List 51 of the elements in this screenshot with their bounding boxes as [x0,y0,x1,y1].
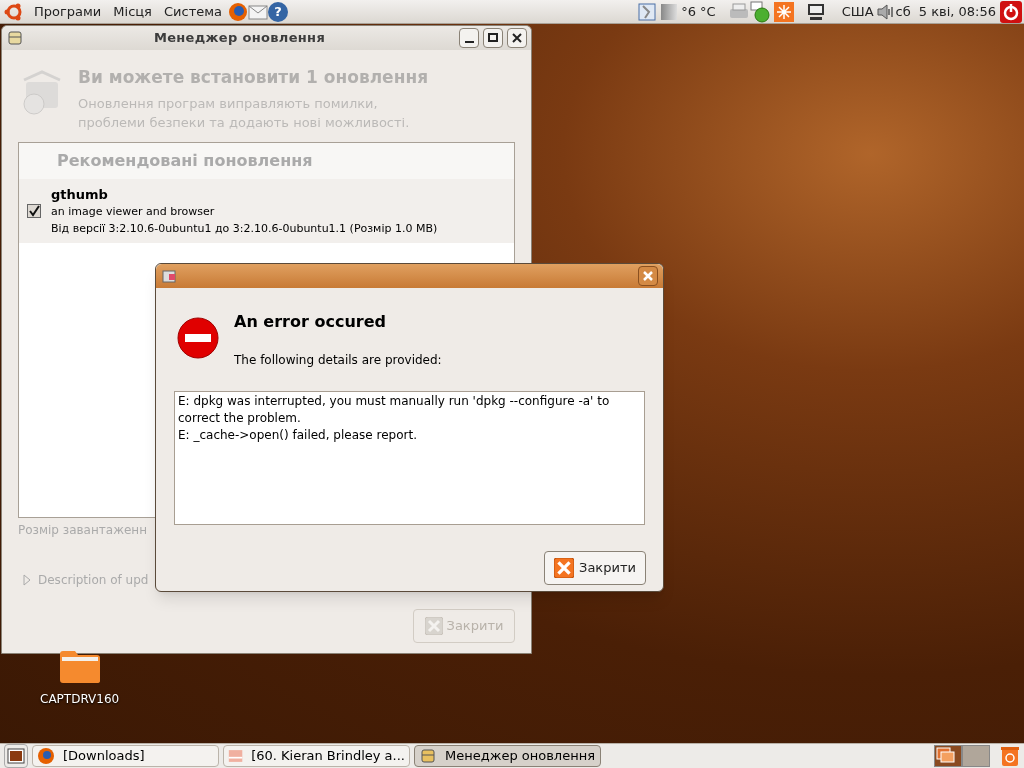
keyboard-layout-label[interactable]: США [841,1,874,22]
browser-globe-icon[interactable] [228,1,248,22]
section-header: Рекомендовані поновлення [19,142,514,179]
taskbar-button[interactable]: Менеджер оновлення [414,745,601,767]
update-heading: Ви можете встановити 1 оновлення [78,66,429,89]
panel-menu[interactable]: Програми [28,1,108,22]
update-star-icon[interactable] [773,1,794,22]
error-subheading: The following details are provided: [234,352,442,369]
maximize-button[interactable] [483,28,503,48]
trash-icon[interactable] [1000,745,1020,767]
chat-status-icon[interactable] [749,0,770,23]
workspace-switcher-item[interactable] [934,745,962,767]
panel-menu[interactable]: Місця [107,1,158,22]
triangle-right-icon [22,573,32,586]
ubuntu-logo-icon[interactable] [4,1,24,22]
version-info: Від версії 3:2.10.6-0ubuntu1 до 3:2.10.6-0ubuntu1.1 (Розмір 1.0 MB) [51,220,438,237]
close-button[interactable] [638,266,658,286]
volume-icon[interactable] [875,3,894,20]
package-icon [419,747,437,765]
update-checkbox[interactable] [27,203,41,218]
help-icon[interactable]: ? [268,1,288,22]
image-icon [228,747,244,765]
minimize-icon [464,41,474,43]
error-details-field[interactable]: E: dpkg was interrupted, you must manually run 'dpkg --configure -a' to correct the problem. E: _cache->open() failed, please report. [174,391,645,525]
clock-label[interactable]: 5 кві, 08:56 [918,1,996,22]
weather-icon [637,1,658,22]
gradient-square-icon [661,3,678,20]
close-button[interactable]: Закрити [544,551,646,585]
power-icon[interactable] [1000,0,1022,23]
window-title: Менеджер оновлення [152,29,327,48]
package-summary: an image viewer and browser [51,204,216,220]
folder-icon[interactable] [58,650,101,684]
package-icon [6,29,24,47]
error-heading: An error occured [234,311,387,333]
desktop-icon-label[interactable]: CAPTDRV160 [40,690,120,708]
close-icon [554,558,575,578]
taskbar-button[interactable]: [60. Kieran Brindley a... [223,745,410,767]
show-desktop-icon[interactable] [4,744,28,768]
workspace-switcher-item[interactable] [962,745,990,767]
globe-icon [37,747,55,765]
close-button[interactable] [507,28,527,48]
taskbar-button[interactable]: [Downloads] [32,745,219,767]
package-name: gthumb [51,185,109,204]
package-icon [161,268,177,284]
download-size-label: Розмір завантаженн [18,521,147,539]
network-computer-icon[interactable] [805,1,826,22]
temperature-label: °6 °C [681,2,716,21]
panel-menu[interactable]: Система [157,1,228,22]
minimize-button[interactable] [459,28,479,48]
close-icon [424,616,443,635]
day-label[interactable]: сб [895,1,911,22]
